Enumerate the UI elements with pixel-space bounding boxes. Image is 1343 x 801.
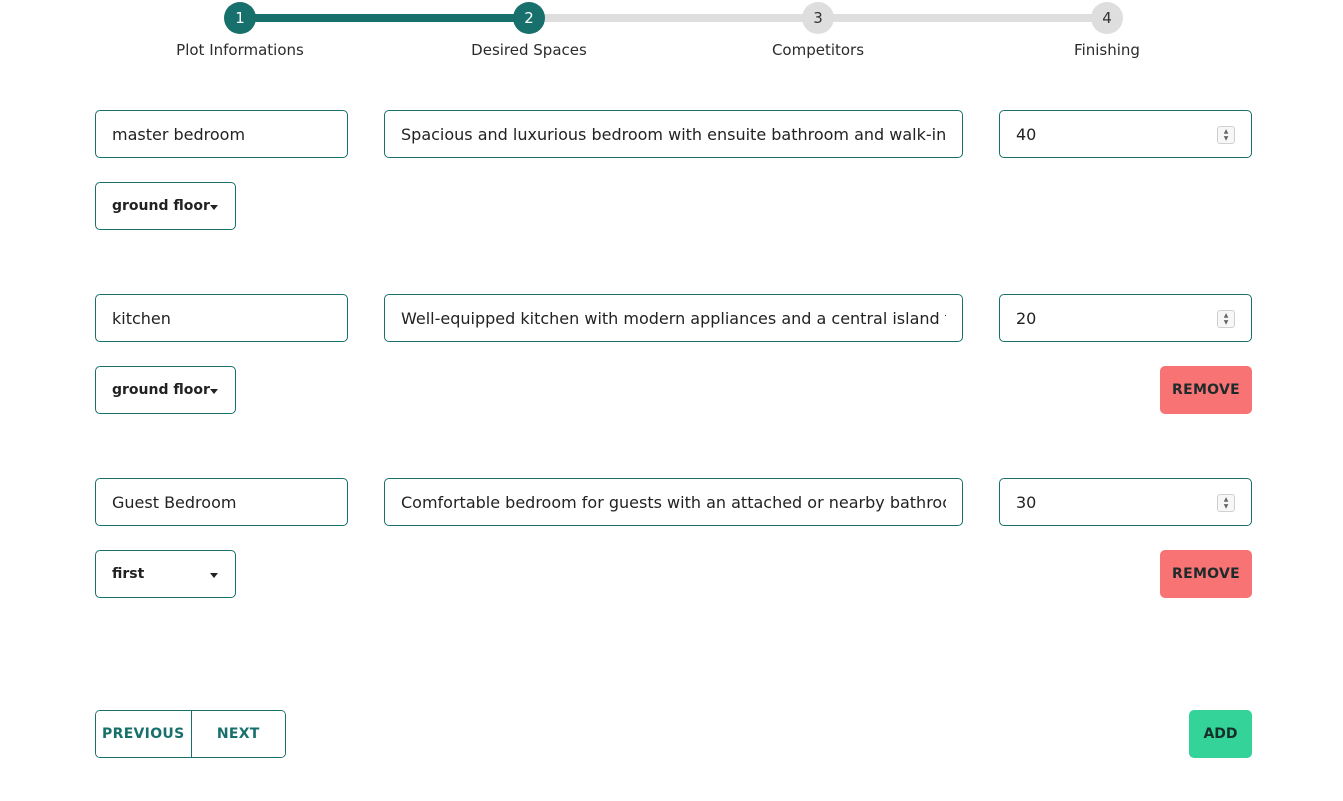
space-description-input[interactable]: Spacious and luxurious bedroom with ensu… [384,110,963,158]
remove-space-button[interactable]: REMOVE [1160,550,1252,598]
space-area-input[interactable]: 30 ▲ ▼ [999,478,1252,526]
step-navigation: PREVIOUS NEXT [95,710,286,758]
space-name-value: Guest Bedroom [112,492,237,512]
space-name-value: master bedroom [112,124,246,144]
space-description-value: Comfortable bedroom for guests with an a… [401,492,946,512]
caret-down-icon [210,205,218,210]
floor-select[interactable]: first [95,550,236,598]
space-area-input[interactable]: 40 ▲ ▼ [999,110,1252,158]
step-1-label: Plot Informations [176,41,304,59]
stepper-connector-3-4 [818,14,1107,22]
space-name-input[interactable]: kitchen [95,294,348,342]
step-2-label: Desired Spaces [471,41,587,59]
space-name-value: kitchen [112,308,171,328]
add-space-button[interactable]: ADD [1189,710,1252,758]
number-spinner-icon[interactable]: ▲ ▼ [1217,310,1235,328]
space-area-value: 30 [1016,492,1037,512]
step-1-circle[interactable]: 1 [224,2,256,34]
step-3-label: Competitors [771,41,865,59]
space-name-input[interactable]: master bedroom [95,110,348,158]
floor-select[interactable]: ground floor [95,366,236,414]
caret-down-icon [210,573,218,578]
number-spinner-icon[interactable]: ▲ ▼ [1217,494,1235,512]
floor-select-value: ground floor [112,382,210,398]
step-2-circle[interactable]: 2 [513,2,545,34]
space-description-input[interactable]: Well-equipped kitchen with modern applia… [384,294,963,342]
space-description-input[interactable]: Comfortable bedroom for guests with an a… [384,478,963,526]
space-name-input[interactable]: Guest Bedroom [95,478,348,526]
stepper-connector-2-3 [529,14,818,22]
next-button[interactable]: NEXT [190,711,285,757]
floor-select-value: first [112,566,145,582]
space-area-input[interactable]: 20 ▲ ▼ [999,294,1252,342]
previous-button[interactable]: PREVIOUS [96,711,191,757]
step-4-label: Finishing [1074,41,1140,59]
step-4-circle[interactable]: 4 [1091,2,1123,34]
desired-spaces-page: 1 2 3 4 Plot Informations Desired Spaces… [0,0,1343,801]
progress-stepper: 1 2 3 4 Plot Informations Desired Spaces… [0,0,1343,70]
caret-down-icon [210,389,218,394]
number-spinner-icon[interactable]: ▲ ▼ [1217,126,1235,144]
space-description-value: Spacious and luxurious bedroom with ensu… [401,124,946,144]
remove-space-button[interactable]: REMOVE [1160,366,1252,414]
floor-select-value: ground floor [112,198,210,214]
floor-select[interactable]: ground floor [95,182,236,230]
stepper-connector-1-2 [240,14,529,22]
space-area-value: 40 [1016,124,1037,144]
space-description-value: Well-equipped kitchen with modern applia… [401,308,946,328]
space-area-value: 20 [1016,308,1037,328]
step-3-circle[interactable]: 3 [802,2,834,34]
